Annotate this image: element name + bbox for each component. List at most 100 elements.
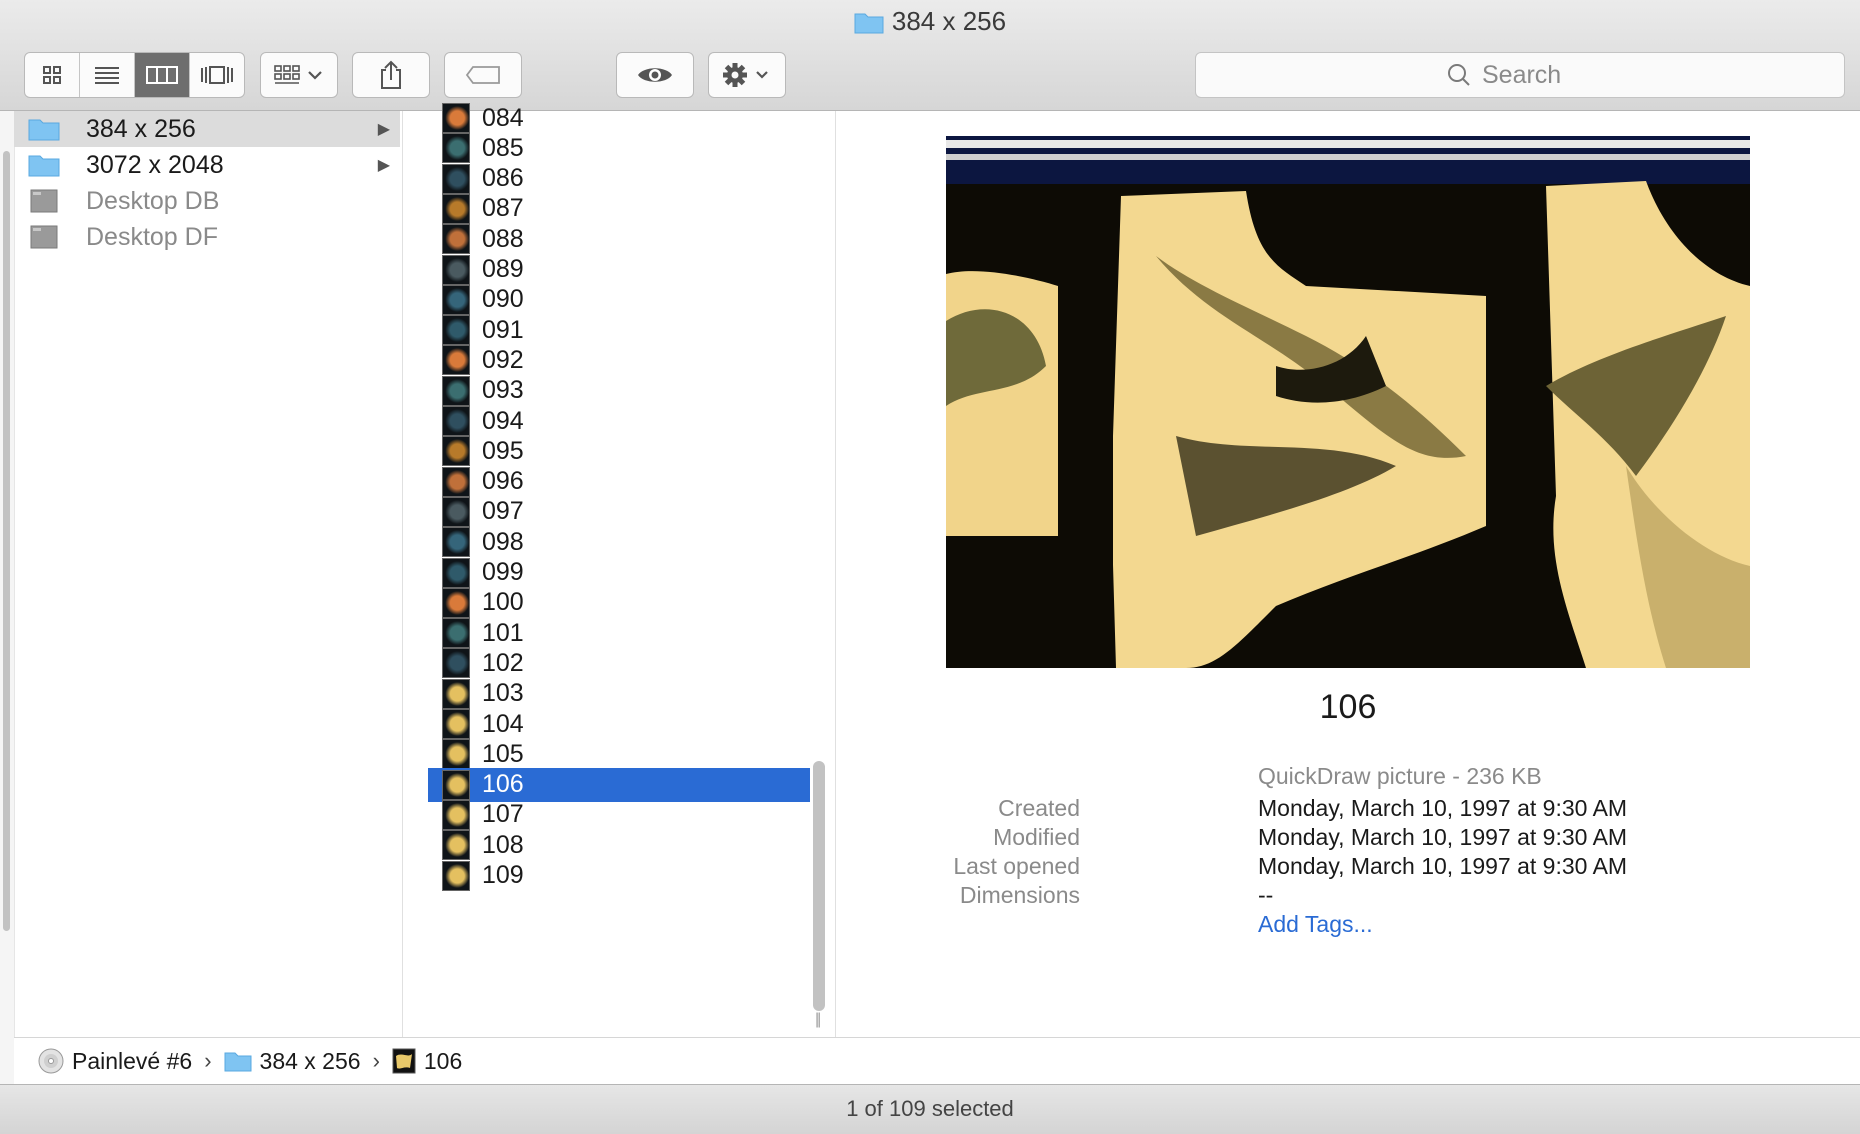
file-row[interactable]: 106 bbox=[428, 767, 810, 802]
path-item-file[interactable]: 106 bbox=[392, 1048, 462, 1075]
image-thumbnail-icon bbox=[442, 709, 470, 739]
image-thumbnail-icon bbox=[442, 284, 470, 315]
file-row[interactable]: 104 bbox=[428, 707, 810, 741]
arrange-button[interactable] bbox=[260, 52, 338, 98]
file-row[interactable]: 086 bbox=[428, 162, 810, 196]
column-resize-handle[interactable]: || bbox=[815, 1011, 821, 1029]
column-item-3072x2048[interactable]: 3072 x 2048 ▶ bbox=[14, 147, 400, 183]
image-thumbnail-icon bbox=[442, 315, 470, 346]
share-button[interactable] bbox=[352, 52, 430, 98]
file-name: 102 bbox=[482, 648, 524, 677]
column-item-desktop-df[interactable]: Desktop DF bbox=[14, 219, 400, 255]
cover-flow-button[interactable] bbox=[190, 53, 244, 97]
path-item-label: 384 x 256 bbox=[259, 1047, 361, 1074]
file-name: 085 bbox=[482, 133, 524, 162]
column-view-icon bbox=[146, 66, 178, 84]
column-item-384x256[interactable]: 384 x 256 ▶ bbox=[14, 111, 400, 147]
image-thumbnail-icon bbox=[442, 739, 470, 770]
info-value: Monday, March 10, 1997 at 9:30 AM bbox=[1258, 795, 1628, 821]
image-thumbnail-icon bbox=[442, 466, 470, 497]
file-row[interactable]: 105 bbox=[428, 737, 810, 771]
info-key: Last opened bbox=[953, 853, 1080, 879]
file-row[interactable]: 097 bbox=[428, 495, 810, 529]
column-view-button[interactable] bbox=[135, 53, 190, 97]
share-icon bbox=[381, 60, 401, 89]
file-row[interactable]: 107 bbox=[428, 798, 810, 832]
files-scrollbar-thumb[interactable] bbox=[813, 761, 825, 1011]
file-row[interactable]: 098 bbox=[428, 525, 810, 559]
image-thumbnail-icon bbox=[442, 375, 470, 406]
window-scrollbar[interactable] bbox=[0, 111, 15, 1037]
file-row[interactable]: 099 bbox=[428, 556, 810, 590]
file-icon bbox=[30, 189, 58, 213]
scroll-thumb[interactable] bbox=[3, 151, 10, 931]
search-input[interactable] bbox=[1480, 59, 1594, 91]
search-field[interactable] bbox=[1195, 52, 1845, 98]
image-thumbnail-icon bbox=[442, 103, 470, 133]
file-row[interactable]: 092 bbox=[428, 343, 810, 377]
disc-icon bbox=[38, 1048, 64, 1074]
file-row[interactable]: 091 bbox=[428, 313, 810, 347]
list-view-button[interactable] bbox=[80, 53, 135, 97]
image-thumbnail-icon bbox=[442, 769, 470, 800]
file-name: 095 bbox=[482, 436, 524, 465]
list-view-icon bbox=[95, 67, 119, 84]
image-thumbnail-icon bbox=[442, 224, 470, 255]
file-row[interactable]: 087 bbox=[428, 192, 810, 226]
file-row[interactable]: 089 bbox=[428, 253, 810, 287]
view-mode-segment bbox=[24, 52, 245, 98]
folder-icon bbox=[28, 119, 60, 141]
image-thumbnail-icon bbox=[442, 557, 470, 588]
file-name: 097 bbox=[482, 497, 524, 526]
file-row[interactable]: 101 bbox=[428, 616, 810, 650]
file-row[interactable]: 084 bbox=[428, 101, 810, 135]
quick-look-button[interactable] bbox=[616, 52, 694, 98]
info-key: Created bbox=[998, 795, 1080, 821]
gear-icon bbox=[723, 63, 768, 87]
image-thumbnail-icon bbox=[442, 527, 470, 558]
eye-icon bbox=[638, 68, 672, 82]
path-item-label: Painlevé #6 bbox=[72, 1047, 193, 1074]
file-row[interactable]: 088 bbox=[428, 222, 810, 256]
file-kind: QuickDraw picture - 236 KB bbox=[1258, 763, 1542, 789]
action-button[interactable] bbox=[708, 52, 786, 98]
file-name: 109 bbox=[482, 861, 524, 889]
file-name: 094 bbox=[482, 406, 524, 435]
image-thumbnail-icon bbox=[442, 436, 470, 467]
icon-view-button[interactable] bbox=[25, 53, 80, 97]
add-tags-link[interactable]: Add Tags... bbox=[1258, 911, 1373, 938]
file-row[interactable]: 102 bbox=[428, 646, 810, 680]
image-thumbnail-icon bbox=[442, 830, 470, 861]
tags-button[interactable] bbox=[444, 52, 522, 98]
status-bar: 1 of 109 selected bbox=[0, 1084, 1860, 1134]
path-item-disc[interactable]: Painlevé #6 › bbox=[38, 1048, 224, 1075]
scrollbar-track-bottom bbox=[0, 1037, 14, 1084]
image-thumbnail-icon bbox=[442, 648, 470, 679]
path-item-folder[interactable]: 384 x 256 › bbox=[224, 1048, 392, 1075]
file-name: 091 bbox=[482, 315, 524, 344]
file-row[interactable]: 085 bbox=[428, 131, 810, 165]
file-row[interactable]: 108 bbox=[428, 828, 810, 862]
file-name: 084 bbox=[482, 103, 524, 132]
info-key: Dimensions bbox=[959, 882, 1080, 908]
file-row[interactable]: 094 bbox=[428, 404, 810, 438]
file-row[interactable]: 096 bbox=[428, 465, 810, 499]
file-row[interactable]: 095 bbox=[428, 434, 810, 468]
file-row[interactable]: 103 bbox=[428, 677, 810, 711]
file-name: 108 bbox=[482, 830, 524, 859]
file-name: 092 bbox=[482, 345, 524, 374]
file-row[interactable]: 093 bbox=[428, 374, 810, 408]
image-thumbnail-icon bbox=[442, 254, 470, 285]
status-text: 1 of 109 selected bbox=[846, 1096, 1014, 1121]
file-name: 106 bbox=[482, 770, 524, 799]
file-row[interactable]: 109 bbox=[428, 859, 810, 893]
path-bar: Painlevé #6 › 384 x 256 › 106 bbox=[14, 1037, 1860, 1084]
tag-icon bbox=[465, 66, 500, 84]
image-thumbnail-icon bbox=[442, 587, 470, 618]
info-key: Modified bbox=[993, 824, 1080, 850]
film-still-image bbox=[946, 136, 1750, 668]
file-row[interactable]: 100 bbox=[428, 586, 810, 620]
file-name: 087 bbox=[482, 194, 524, 223]
file-row[interactable]: 090 bbox=[428, 283, 810, 317]
column-item-desktop-db[interactable]: Desktop DB bbox=[14, 183, 400, 219]
